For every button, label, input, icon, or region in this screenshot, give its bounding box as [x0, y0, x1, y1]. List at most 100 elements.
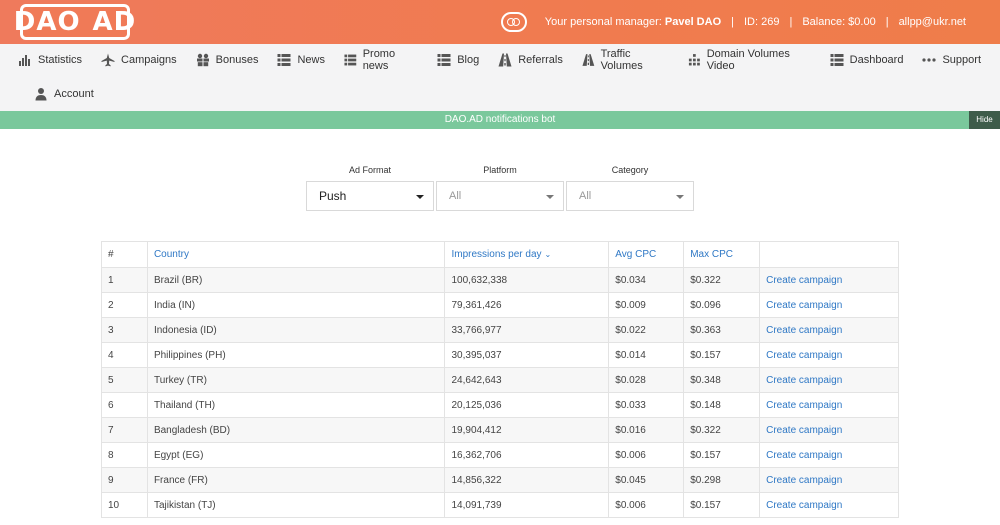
- cell-impressions: 14,091,739: [444, 492, 610, 518]
- list-icon: [277, 54, 291, 66]
- cell-rank: 2: [101, 292, 148, 318]
- create-campaign-link[interactable]: Create campaign: [759, 342, 899, 368]
- nav-item-promo-news[interactable]: Promo news: [344, 48, 418, 72]
- cell-avg-cpc: $0.028: [608, 367, 685, 393]
- plane-icon: [101, 53, 115, 67]
- nav-label: Blog: [457, 54, 480, 66]
- cell-avg-cpc: $0.016: [608, 417, 685, 443]
- table-row: 4 Philippines (PH) 30,395,037 $0.014 $0.157 C…: [101, 342, 899, 368]
- cell-impressions: 33,766,977: [444, 317, 610, 343]
- cell-impressions: 24,642,643: [444, 367, 610, 393]
- cell-rank: 5: [101, 367, 148, 393]
- main-nav: Statistics Campaigns Bonuses News Promo …: [0, 44, 1000, 111]
- create-campaign-link[interactable]: Create campaign: [759, 442, 899, 468]
- list-icon: [344, 54, 357, 66]
- column-header-label: Impressions per day: [451, 249, 542, 260]
- category-select[interactable]: All: [566, 181, 694, 211]
- create-campaign-link[interactable]: Create campaign: [759, 267, 899, 293]
- cell-country: Tajikistan (TJ): [146, 492, 446, 518]
- nav-item-referrals[interactable]: Referrals: [498, 53, 563, 67]
- notification-text[interactable]: DAO.AD notifications bot: [445, 114, 556, 125]
- nav-label: Statistics: [38, 54, 83, 66]
- create-campaign-link[interactable]: Create campaign: [759, 292, 899, 318]
- create-campaign-link[interactable]: Create campaign: [759, 367, 899, 393]
- table-row: 7 Bangladesh (BD) 19,904,412 $0.016 $0.322 Cr…: [101, 417, 899, 443]
- cell-rank: 9: [101, 467, 148, 493]
- road-icon: [582, 54, 595, 66]
- cell-avg-cpc: $0.006: [608, 442, 685, 468]
- nav-item-domain-volumes-video[interactable]: Domain Volumes Video: [688, 48, 811, 72]
- logo-text-right: AD: [92, 7, 137, 37]
- user-email[interactable]: allpp@ukr.net: [899, 16, 966, 28]
- cell-country: Bangladesh (BD): [146, 417, 446, 443]
- nav-item-blog[interactable]: Blog: [437, 53, 479, 67]
- nav-item-support[interactable]: Support: [922, 53, 981, 67]
- top-header: DAO AD Your personal manager: Pavel DAO …: [0, 0, 1000, 44]
- cell-impressions: 16,362,706: [444, 442, 610, 468]
- cell-max-cpc: $0.157: [683, 342, 761, 368]
- cell-rank: 1: [101, 267, 148, 293]
- header-separator: |: [789, 16, 793, 28]
- platform-select[interactable]: All: [436, 181, 564, 211]
- create-campaign-link[interactable]: Create campaign: [759, 392, 899, 418]
- cell-avg-cpc: $0.014: [608, 342, 685, 368]
- cell-max-cpc: $0.322: [683, 267, 761, 293]
- column-header-max-cpc[interactable]: Max CPC: [683, 241, 761, 268]
- ad-format-select[interactable]: Push: [306, 181, 434, 211]
- nav-label: Bonuses: [215, 54, 259, 66]
- column-header-avg-cpc[interactable]: Avg CPC: [608, 241, 685, 268]
- platform-value: All: [449, 190, 462, 202]
- dao-ad-logo[interactable]: DAO AD: [14, 4, 135, 40]
- column-header-number[interactable]: #: [101, 241, 148, 268]
- create-campaign-link[interactable]: Create campaign: [759, 417, 899, 443]
- nav-item-account[interactable]: Account: [34, 87, 94, 101]
- cell-country: Philippines (PH): [146, 342, 446, 368]
- manager-label: Your personal manager:: [544, 16, 662, 28]
- nav-item-traffic-volumes[interactable]: Traffic Volumes: [582, 48, 669, 72]
- list-icon: [437, 54, 451, 66]
- nav-item-bonuses[interactable]: Bonuses: [196, 53, 259, 67]
- create-campaign-link[interactable]: Create campaign: [759, 317, 899, 343]
- cell-avg-cpc: $0.033: [608, 392, 685, 418]
- category-value: All: [579, 190, 592, 202]
- column-header-impressions[interactable]: Impressions per day ⌄: [444, 241, 610, 268]
- nav-item-dashboard[interactable]: Dashboard: [830, 53, 903, 67]
- cell-avg-cpc: $0.006: [608, 492, 685, 518]
- nav-item-news[interactable]: News: [277, 53, 325, 67]
- caret-down-icon: [676, 195, 684, 199]
- nav-item-campaigns[interactable]: Campaigns: [101, 53, 177, 67]
- grid-icon: [688, 54, 700, 66]
- column-header-country[interactable]: Country: [146, 241, 446, 268]
- manager-contact-icon[interactable]: [500, 12, 527, 32]
- create-campaign-link[interactable]: Create campaign: [759, 492, 899, 518]
- gift-icon: [196, 53, 209, 67]
- platform-label: Platform: [483, 165, 517, 175]
- cell-max-cpc: $0.148: [683, 392, 761, 418]
- hide-button[interactable]: Hide: [969, 111, 1000, 129]
- table-header-row: # Country Impressions per day ⌄ Avg CPC M…: [101, 241, 899, 268]
- balance: Balance: $0.00: [802, 16, 876, 28]
- cell-country: Turkey (TR): [146, 367, 446, 393]
- table-row: 8 Egypt (EG) 16,362,706 $0.006 $0.157 Create …: [101, 442, 899, 468]
- cell-rank: 6: [101, 392, 148, 418]
- table-row: 9 France (FR) 14,856,322 $0.045 $0.298 Create…: [101, 467, 899, 493]
- cell-impressions: 14,856,322: [444, 467, 610, 493]
- cell-country: India (IN): [146, 292, 446, 318]
- nav-row-primary: Statistics Campaigns Bonuses News Promo …: [18, 44, 1000, 76]
- dots-icon: [922, 58, 937, 62]
- nav-label: Account: [54, 88, 94, 100]
- nav-label: Support: [942, 54, 981, 66]
- user-icon: [35, 88, 47, 101]
- nav-row-secondary: Account: [34, 78, 113, 110]
- header-separator: |: [731, 16, 734, 28]
- create-campaign-link[interactable]: Create campaign: [759, 467, 899, 493]
- cell-max-cpc: $0.298: [683, 467, 761, 493]
- cell-avg-cpc: $0.009: [608, 292, 685, 318]
- category-label: Category: [611, 165, 649, 175]
- nav-label: News: [297, 54, 325, 66]
- bar-chart-icon: [19, 55, 30, 66]
- cell-rank: 7: [101, 417, 148, 443]
- cell-max-cpc: $0.157: [683, 442, 761, 468]
- nav-item-statistics[interactable]: Statistics: [18, 53, 82, 67]
- nav-label: Promo news: [362, 48, 396, 72]
